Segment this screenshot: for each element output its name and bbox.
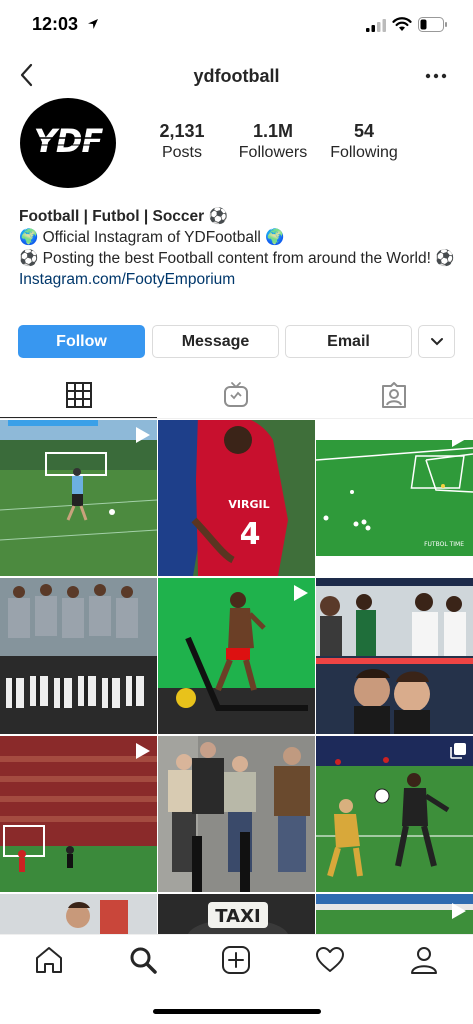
cellular-signal-icon <box>366 19 386 32</box>
status-bar: 12:03 <box>0 0 473 50</box>
post-thumbnail[interactable]: VIRGIL 4 <box>158 420 315 576</box>
stat-followers[interactable]: 1.1M Followers <box>233 120 313 164</box>
more-options-icon[interactable] <box>424 66 448 86</box>
activity-heart-icon[interactable] <box>315 945 345 975</box>
post-thumbnail[interactable] <box>0 894 157 934</box>
jersey-name: VIRGIL <box>228 498 269 511</box>
bio-line: ⚽ Posting the best Football content from… <box>19 250 455 267</box>
profile-nav-bar: ydfootball <box>0 56 473 96</box>
post-thumbnail[interactable] <box>316 894 473 934</box>
profile-username: ydfootball <box>193 66 280 86</box>
avatar-logo-text: YDF <box>34 122 104 160</box>
post-thumbnail[interactable] <box>316 578 473 734</box>
home-icon[interactable] <box>34 945 64 975</box>
video-icon <box>136 743 150 759</box>
taxi-sign-text: TAXI <box>215 906 260 927</box>
stat-following[interactable]: 54 Following <box>326 120 402 164</box>
watermark-text: FUTBOL TIME <box>424 541 464 548</box>
post-thumbnail[interactable] <box>158 578 315 734</box>
followers-label: Followers <box>238 144 308 161</box>
video-icon <box>136 427 150 443</box>
post-thumbnail[interactable] <box>0 736 157 892</box>
jersey-number: 4 <box>240 517 261 552</box>
suggested-accounts-button[interactable] <box>418 325 455 358</box>
profile-bio: Football | Futbol | Soccer ⚽ 🌍 Official … <box>19 206 459 290</box>
following-label: Following <box>330 144 398 161</box>
post-thumbnail[interactable]: TAXI <box>158 894 315 934</box>
video-icon <box>452 903 466 919</box>
home-indicator[interactable] <box>153 1009 321 1014</box>
video-icon <box>452 431 466 447</box>
bio-line: 🌍 Official Instagram of YDFootball 🌍 <box>19 229 285 246</box>
stat-posts[interactable]: 2,131 Posts <box>150 120 214 164</box>
video-icon <box>294 585 308 601</box>
following-count: 54 <box>353 121 375 141</box>
search-icon[interactable] <box>128 945 158 975</box>
email-button[interactable]: Email <box>285 325 412 358</box>
message-button[interactable]: Message <box>152 325 279 358</box>
igtv-icon[interactable] <box>222 381 250 409</box>
chevron-down-icon <box>430 337 443 345</box>
post-thumbnail[interactable] <box>0 420 157 576</box>
battery-icon <box>418 17 447 32</box>
post-thumbnail[interactable] <box>158 736 315 892</box>
tagged-icon[interactable] <box>380 381 408 409</box>
profile-tabs <box>0 375 473 419</box>
active-tab-indicator <box>0 417 157 418</box>
posts-grid: VIRGIL 4 FUTBOL TIME TAXI <box>0 420 473 934</box>
new-post-icon[interactable] <box>221 945 251 975</box>
follow-button[interactable]: Follow <box>18 325 145 358</box>
profile-avatar[interactable]: YDF <box>20 98 116 188</box>
bio-name: Football | Futbol | Soccer ⚽ <box>19 208 228 225</box>
bio-website-link[interactable]: Instagram.com/FootyEmporium <box>19 269 459 290</box>
ydf-logo: YDF <box>30 122 106 160</box>
carousel-icon <box>450 743 466 759</box>
location-arrow-icon <box>88 19 98 29</box>
status-time: 12:03 <box>32 14 79 34</box>
followers-count: 1.1M <box>252 121 294 141</box>
posts-label: Posts <box>161 144 202 161</box>
post-thumbnail[interactable]: FUTBOL TIME <box>316 420 473 576</box>
profile-icon[interactable] <box>409 945 439 975</box>
post-thumbnail[interactable] <box>316 736 473 892</box>
post-thumbnail[interactable] <box>0 578 157 734</box>
grid-icon[interactable] <box>65 381 93 409</box>
wifi-icon <box>392 17 412 31</box>
posts-count: 2,131 <box>159 121 205 141</box>
